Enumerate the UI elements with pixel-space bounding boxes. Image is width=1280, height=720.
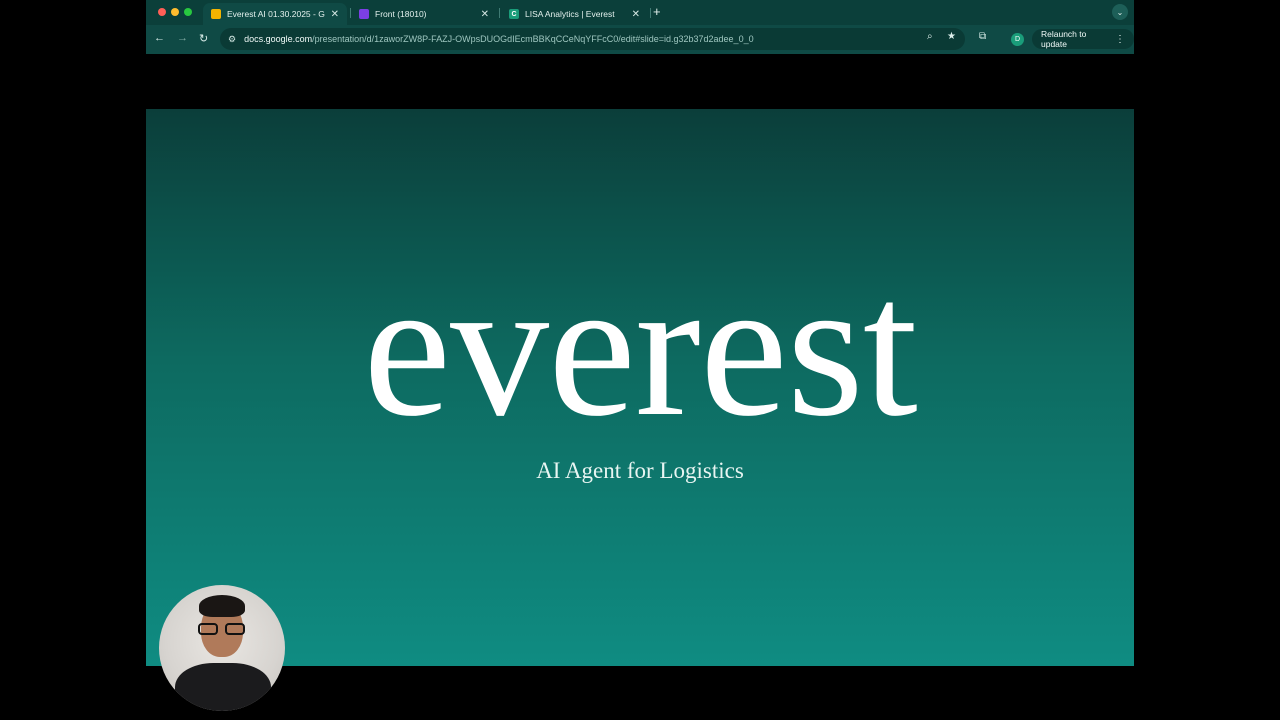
everest-app-icon: C bbox=[509, 9, 519, 19]
address-bar[interactable]: ⚙ docs.google.com /presentation/d/1zawor… bbox=[220, 28, 965, 50]
close-icon[interactable]: ✕ bbox=[331, 9, 339, 20]
presentation-slide: everest AI Agent for Logistics bbox=[146, 109, 1134, 666]
close-window-button[interactable] bbox=[158, 8, 166, 16]
tab-title: LISA Analytics | Everest bbox=[525, 9, 615, 19]
presenter-glasses bbox=[198, 623, 246, 635]
presenter-body bbox=[175, 663, 271, 711]
google-slides-icon bbox=[211, 9, 221, 19]
slide-tagline: AI Agent for Logistics bbox=[536, 458, 744, 483]
tab-separator bbox=[650, 8, 651, 18]
bookmark-star-icon[interactable]: ★ bbox=[947, 31, 956, 42]
maximize-window-button[interactable] bbox=[184, 8, 192, 16]
more-menu-icon[interactable]: ⋮ bbox=[1115, 34, 1125, 45]
zoom-icon[interactable]: ⌕ bbox=[927, 31, 933, 42]
tab-lisa-analytics[interactable]: C LISA Analytics | Everest ✕ bbox=[501, 3, 648, 25]
front-app-icon bbox=[359, 9, 369, 19]
forward-arrow-icon[interactable]: → bbox=[177, 32, 188, 44]
profile-avatar[interactable]: D bbox=[1011, 33, 1024, 46]
extensions-puzzle-icon[interactable]: ⧉ bbox=[979, 31, 986, 42]
webcam-overlay bbox=[159, 585, 285, 711]
relaunch-label: Relaunch to update bbox=[1041, 29, 1087, 49]
chevron-down-icon[interactable]: ⌄ bbox=[1112, 4, 1128, 20]
tab-strip: Everest AI 01.30.2025 - Goog ✕ Front (18… bbox=[146, 0, 1134, 25]
browser-toolbar: ← → ↻ ⚙ docs.google.com /presentation/d/… bbox=[146, 25, 1134, 54]
site-settings-icon[interactable]: ⚙ bbox=[228, 34, 236, 45]
tab-front[interactable]: Front (18010) ✕ bbox=[351, 3, 497, 25]
tab-separator bbox=[499, 8, 500, 18]
back-arrow-icon[interactable]: ← bbox=[154, 32, 165, 44]
browser-window: Everest AI 01.30.2025 - Goog ✕ Front (18… bbox=[146, 0, 1134, 54]
tab-title: Everest AI 01.30.2025 - Goog bbox=[227, 9, 325, 19]
url-path: /presentation/d/1zaworZW8P-FAZJ-OWpsDUOG… bbox=[312, 34, 754, 44]
close-icon[interactable]: ✕ bbox=[481, 9, 489, 20]
tab-title: Front (18010) bbox=[375, 9, 427, 19]
reload-icon[interactable]: ↻ bbox=[199, 32, 208, 45]
close-icon[interactable]: ✕ bbox=[632, 9, 640, 20]
new-tab-button[interactable]: + bbox=[653, 4, 661, 19]
brand-wordmark: everest bbox=[363, 238, 918, 457]
presenter-hair bbox=[199, 595, 245, 617]
minimize-window-button[interactable] bbox=[171, 8, 179, 16]
tab-everest-ai-slides[interactable]: Everest AI 01.30.2025 - Goog ✕ bbox=[203, 3, 347, 25]
url-host: docs.google.com bbox=[244, 34, 313, 44]
relaunch-to-update-button[interactable]: Relaunch to update ⋮ bbox=[1032, 29, 1134, 49]
